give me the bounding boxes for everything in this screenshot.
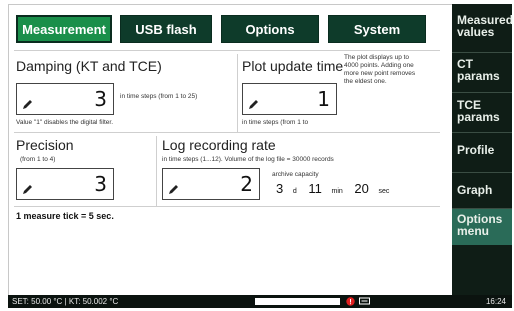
pencil-icon bbox=[249, 100, 258, 109]
divider bbox=[14, 50, 440, 51]
status-bar: SET: 50.00 °C | KT: 50.002 °C 16:24 bbox=[8, 295, 512, 308]
sidebar-item-label: params bbox=[457, 110, 500, 124]
archive-minutes: 11 bbox=[308, 181, 322, 196]
status-progress-bar bbox=[255, 298, 340, 305]
sidebar-menu: Measured values CT params TCE params Pro… bbox=[452, 4, 513, 295]
minutes-unit: min bbox=[331, 188, 343, 195]
tab-measurement[interactable]: Measurement bbox=[16, 15, 112, 43]
plot-update-field[interactable]: 1 bbox=[242, 83, 337, 115]
plot-update-value: 1 bbox=[317, 87, 330, 111]
damping-field[interactable]: 3 bbox=[16, 83, 114, 115]
pencil-icon bbox=[23, 185, 32, 194]
tab-system[interactable]: System bbox=[328, 15, 426, 43]
pencil-icon bbox=[23, 100, 32, 109]
divider bbox=[452, 92, 512, 93]
log-rate-hint: in time steps (1...12). Volume of the lo… bbox=[162, 156, 334, 163]
divider bbox=[237, 54, 238, 132]
sidebar-item-ct-params[interactable]: CT params bbox=[452, 58, 512, 82]
precision-value: 3 bbox=[94, 172, 107, 196]
status-readout: SET: 50.00 °C | KT: 50.002 °C bbox=[12, 297, 119, 306]
log-rate-title: Log recording rate bbox=[162, 137, 276, 153]
archive-capacity-label: archive capacity bbox=[272, 171, 319, 178]
log-rate-value: 2 bbox=[240, 172, 253, 196]
sidebar-item-graph[interactable]: Graph bbox=[452, 184, 512, 196]
damping-note: Value "1" disables the digital filter. bbox=[16, 119, 113, 126]
archive-seconds: 20 bbox=[354, 181, 369, 196]
damping-value: 3 bbox=[94, 87, 107, 111]
sidebar-item-label: values bbox=[457, 25, 495, 39]
precision-field[interactable]: 3 bbox=[16, 168, 114, 200]
sidebar-item-profile[interactable]: Profile bbox=[452, 144, 512, 156]
sidebar-item-measured-values[interactable]: Measured values bbox=[452, 14, 513, 39]
plot-update-hint: in time steps (from 1 to bbox=[242, 119, 309, 126]
sidebar-item-label: params bbox=[457, 69, 500, 83]
log-rate-field[interactable]: 2 bbox=[162, 168, 260, 200]
info-line: more new point removes bbox=[344, 70, 416, 77]
tab-usb-flash[interactable]: USB flash bbox=[120, 15, 212, 43]
divider bbox=[452, 52, 512, 53]
info-line: the eldest one. bbox=[344, 78, 387, 85]
usb-icon bbox=[359, 297, 370, 305]
divider bbox=[156, 136, 157, 206]
damping-title: Damping (KT and TCE) bbox=[16, 58, 162, 74]
clock: 16:24 bbox=[485, 297, 506, 306]
options-panel: Measurement USB flash Options System Dam… bbox=[10, 6, 452, 290]
info-line: 4000 points. Adding one bbox=[344, 62, 414, 69]
divider bbox=[14, 206, 440, 207]
precision-title: Precision bbox=[16, 137, 74, 153]
sidebar-item-label: Graph bbox=[457, 183, 493, 197]
sidebar-item-options-menu[interactable]: Options menu bbox=[452, 209, 512, 245]
damping-hint: in time steps (from 1 to 25) bbox=[120, 93, 198, 100]
archive-days: 3 bbox=[276, 181, 284, 196]
plot-update-info: The plot displays up to 4000 points. Add… bbox=[344, 54, 444, 86]
alert-icon bbox=[346, 297, 355, 306]
sidebar-item-label: menu bbox=[457, 224, 490, 238]
archive-capacity-readout: 3 d 11 min 20 sec bbox=[276, 181, 389, 196]
days-unit: d bbox=[292, 188, 297, 195]
pencil-icon bbox=[169, 185, 178, 194]
sidebar-item-tce-params[interactable]: TCE params bbox=[452, 99, 512, 123]
divider bbox=[452, 132, 512, 133]
info-line: The plot displays up to bbox=[344, 54, 410, 61]
plot-update-title: Plot update time bbox=[242, 58, 344, 74]
tick-note: 1 measure tick = 5 sec. bbox=[16, 211, 114, 221]
sidebar-item-label: Profile bbox=[457, 143, 495, 157]
seconds-unit: sec bbox=[378, 188, 390, 195]
tab-options[interactable]: Options bbox=[221, 15, 319, 43]
divider bbox=[14, 132, 440, 133]
divider bbox=[452, 172, 512, 173]
precision-range: (from 1 to 4) bbox=[20, 156, 56, 163]
